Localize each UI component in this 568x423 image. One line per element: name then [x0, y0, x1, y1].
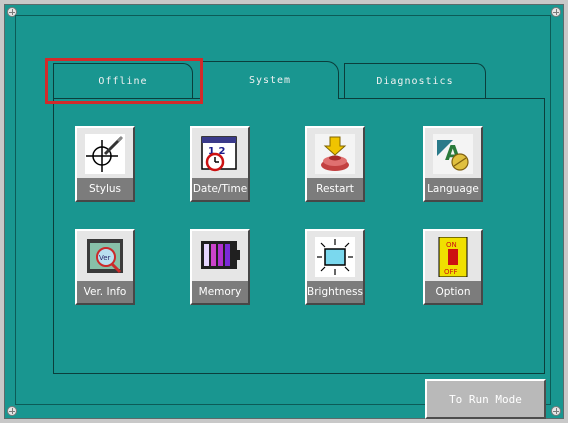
- brightness-button[interactable]: Brightness: [305, 229, 365, 305]
- to-run-mode-button[interactable]: To Run Mode: [425, 379, 546, 419]
- switch-off-text: OFF: [444, 268, 458, 276]
- corner-screw-icon: [7, 406, 17, 416]
- restart-icon: [315, 134, 355, 174]
- calendar-clock-icon: 1 2: [201, 136, 237, 172]
- svg-text:Ver: Ver: [99, 254, 111, 262]
- restart-button[interactable]: Restart: [305, 126, 365, 202]
- switch-on-text: ON: [446, 241, 457, 249]
- hmi-screen: Offline System Diagnostics Stylus 1 2 Da…: [4, 4, 564, 419]
- memory-icon: [201, 241, 240, 269]
- language-icon: A: [433, 134, 473, 174]
- offline-tab-highlight: [45, 58, 203, 104]
- date-time-button[interactable]: 1 2 Date/Time: [190, 126, 250, 202]
- tab-system[interactable]: System: [201, 61, 339, 99]
- tile-label: Brightness: [307, 281, 363, 303]
- tile-label: Language: [425, 178, 481, 200]
- memory-button[interactable]: Memory: [190, 229, 250, 305]
- language-button[interactable]: A Language: [423, 126, 483, 202]
- tile-label: Stylus: [77, 178, 133, 200]
- tile-label: Ver. Info: [77, 281, 133, 303]
- tile-label: Restart: [307, 178, 363, 200]
- tile-label: Date/Time: [192, 178, 248, 200]
- tile-label: Memory: [192, 281, 248, 303]
- version-info-button[interactable]: Ver Ver. Info: [75, 229, 135, 305]
- option-button[interactable]: ON OFF Option: [423, 229, 483, 305]
- brightness-icon: [315, 237, 355, 277]
- stylus-button[interactable]: Stylus: [75, 126, 135, 202]
- version-info-icon: Ver: [87, 239, 123, 274]
- corner-screw-icon: [551, 7, 561, 17]
- stylus-crosshair-icon: [85, 134, 125, 174]
- tile-label: Option: [425, 281, 481, 303]
- corner-screw-icon: [551, 406, 561, 416]
- on-off-switch-icon: ON OFF: [438, 237, 468, 277]
- tab-diagnostics[interactable]: Diagnostics: [344, 63, 486, 99]
